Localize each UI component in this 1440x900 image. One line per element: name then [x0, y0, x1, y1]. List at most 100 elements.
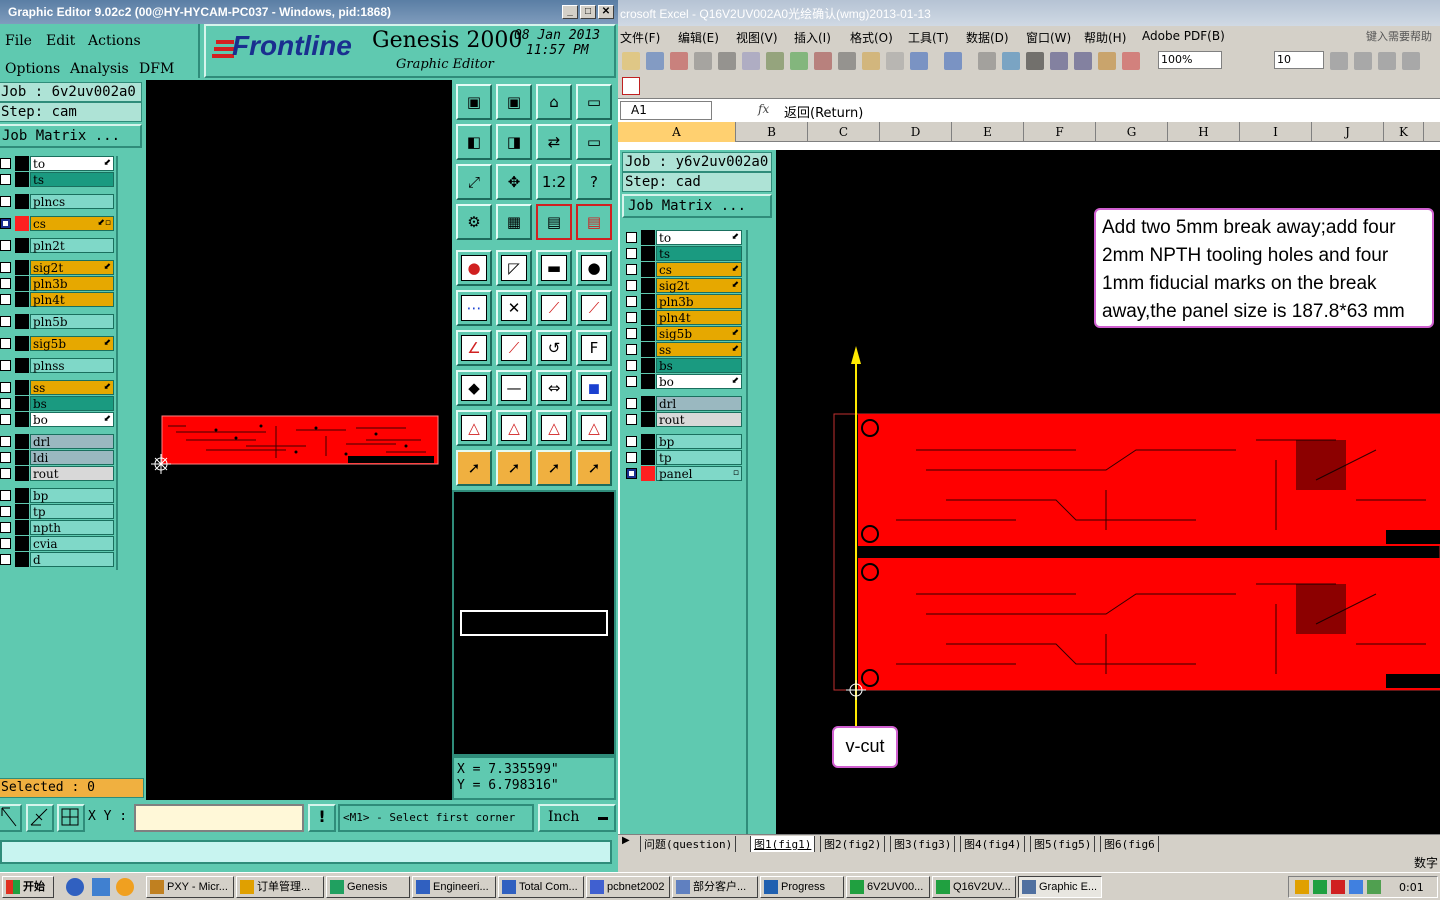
- tool-zoom-center[interactable]: ✥: [496, 164, 532, 200]
- layer-row[interactable]: bo ⬋: [0, 412, 114, 427]
- layer-row[interactable]: panel ▫: [626, 466, 742, 481]
- layer-row[interactable]: sig5b ⬋: [0, 336, 114, 351]
- open-icon[interactable]: [646, 52, 664, 70]
- tool-settings[interactable]: ⚙: [456, 204, 492, 240]
- layer-name[interactable]: drl: [30, 434, 114, 449]
- desktop-icon[interactable]: [92, 878, 110, 896]
- layer-checkbox[interactable]: [0, 278, 11, 289]
- tool-measure-tool[interactable]: ⇔: [536, 370, 572, 406]
- sheet-tab[interactable]: 图4(fig4): [960, 836, 1026, 852]
- new-icon[interactable]: [622, 52, 640, 70]
- layer-name[interactable]: pln2t: [30, 238, 114, 253]
- taskbar-button[interactable]: PXY - Micr...: [146, 876, 234, 898]
- column-header[interactable]: E: [952, 122, 1024, 142]
- excel-menu-item[interactable]: Adobe PDF(B): [1142, 29, 1225, 43]
- sheet-tab[interactable]: 图2(fig2): [820, 836, 886, 852]
- excel-menu-item[interactable]: 文件(F): [620, 29, 660, 46]
- layer-name[interactable]: sig5b: [656, 326, 742, 341]
- layer-name[interactable]: sig2t: [30, 260, 114, 275]
- menu-dfm[interactable]: DFM: [139, 61, 174, 77]
- layer-row[interactable]: bo ⬋: [626, 374, 742, 389]
- layer-checkbox[interactable]: [0, 158, 11, 169]
- tool-tri-1[interactable]: △: [456, 410, 492, 446]
- column-header[interactable]: G: [1096, 122, 1168, 142]
- name-box[interactable]: A1: [620, 101, 712, 120]
- grid-icon[interactable]: [57, 804, 85, 832]
- layer-row[interactable]: bp: [626, 434, 742, 449]
- tool-pan-left[interactable]: ◧: [456, 124, 492, 160]
- tray-icon-3[interactable]: [1331, 880, 1345, 894]
- borders-icon[interactable]: [1402, 52, 1420, 70]
- column-header[interactable]: D: [880, 122, 952, 142]
- excel-menu-item[interactable]: 格式(O): [850, 29, 893, 46]
- tool-window[interactable]: ▭: [576, 84, 612, 120]
- layer-row[interactable]: d: [0, 552, 114, 567]
- column-header[interactable]: F: [1024, 122, 1096, 142]
- layer-checkbox[interactable]: [0, 490, 11, 501]
- layer-row[interactable]: cvia: [0, 536, 114, 551]
- tool-select[interactable]: ➚: [456, 450, 492, 486]
- layer-name[interactable]: pln4t: [656, 310, 742, 325]
- layer-row[interactable]: pln5b: [0, 314, 114, 329]
- tool-line-red[interactable]: ⟋: [576, 290, 612, 326]
- column-header[interactable]: C: [808, 122, 880, 142]
- tab-scroll-icon[interactable]: ▶: [622, 835, 630, 846]
- layer-row[interactable]: cs ⬋▫: [0, 216, 114, 231]
- layer-name[interactable]: rout: [30, 466, 114, 481]
- help-icon[interactable]: [1122, 52, 1140, 70]
- taskbar-button[interactable]: Total Com...: [498, 876, 584, 898]
- close-button[interactable]: ✕: [598, 5, 614, 19]
- save-icon[interactable]: [670, 52, 688, 70]
- sheet-tab[interactable]: 图5(fig5): [1030, 836, 1096, 852]
- tool-ruler[interactable]: ▬: [536, 250, 572, 286]
- tool-layer-red[interactable]: ▤: [576, 204, 612, 240]
- sheet-tab[interactable]: 图1(fig1): [750, 836, 816, 852]
- redo-icon[interactable]: [944, 52, 962, 70]
- layer-row[interactable]: npth: [0, 520, 114, 535]
- layer-name[interactable]: tp: [656, 450, 742, 465]
- column-header[interactable]: K: [1384, 122, 1424, 142]
- taskbar-button[interactable]: 订单管理...: [236, 876, 324, 898]
- layer-checkbox[interactable]: [626, 360, 637, 371]
- layer-name[interactable]: plnss: [30, 358, 114, 373]
- tool-tri-3[interactable]: △: [536, 410, 572, 446]
- layer-name[interactable]: plncs: [30, 194, 114, 209]
- layer-name[interactable]: rout: [656, 412, 742, 427]
- chart-icon[interactable]: [1074, 52, 1092, 70]
- layer-name[interactable]: pln5b: [30, 314, 114, 329]
- layer-row[interactable]: pln4t: [0, 292, 114, 307]
- tool-select-multi[interactable]: ➚: [576, 450, 612, 486]
- tray-icon-5[interactable]: [1367, 880, 1381, 894]
- tool-poly[interactable]: ◸: [496, 250, 532, 286]
- autosum-icon[interactable]: [1002, 52, 1020, 70]
- column-header[interactable]: J: [1312, 122, 1384, 142]
- layer-row[interactable]: plncs: [0, 194, 114, 209]
- sheet-tab[interactable]: 问题(question): [640, 836, 737, 852]
- layer-checkbox[interactable]: [0, 240, 11, 251]
- tool-pan-right[interactable]: ◨: [496, 124, 532, 160]
- menu-edit[interactable]: Edit: [46, 33, 75, 49]
- layer-checkbox[interactable]: [626, 328, 637, 339]
- layer-row[interactable]: ts: [0, 172, 114, 187]
- tool-swap[interactable]: ⇄: [536, 124, 572, 160]
- layer-row[interactable]: sig5b ⬋: [626, 326, 742, 341]
- align-center-icon[interactable]: [1354, 52, 1372, 70]
- layer-row[interactable]: drl: [626, 396, 742, 411]
- layer-checkbox[interactable]: [0, 360, 11, 371]
- layer-checkbox[interactable]: [626, 414, 637, 425]
- taskbar-button[interactable]: 6V2UV00...: [846, 876, 930, 898]
- layer-checkbox[interactable]: [626, 468, 637, 479]
- layer-row[interactable]: pln2t: [0, 238, 114, 253]
- layer-name[interactable]: ts: [656, 246, 742, 261]
- tray-icon-2[interactable]: [1313, 880, 1327, 894]
- help-prompt[interactable]: 键入需要帮助: [1366, 28, 1432, 44]
- excel-menu-item[interactable]: 工具(T): [908, 29, 949, 46]
- sort-asc-icon[interactable]: [1026, 52, 1044, 70]
- tool-save[interactable]: ▣: [496, 84, 532, 120]
- layer-name[interactable]: bp: [656, 434, 742, 449]
- layer-checkbox[interactable]: [0, 522, 11, 533]
- layer-name[interactable]: cvia: [30, 536, 114, 551]
- layer-name[interactable]: sig2t: [656, 278, 742, 293]
- tool-cross[interactable]: ✕: [496, 290, 532, 326]
- layer-checkbox[interactable]: [0, 338, 11, 349]
